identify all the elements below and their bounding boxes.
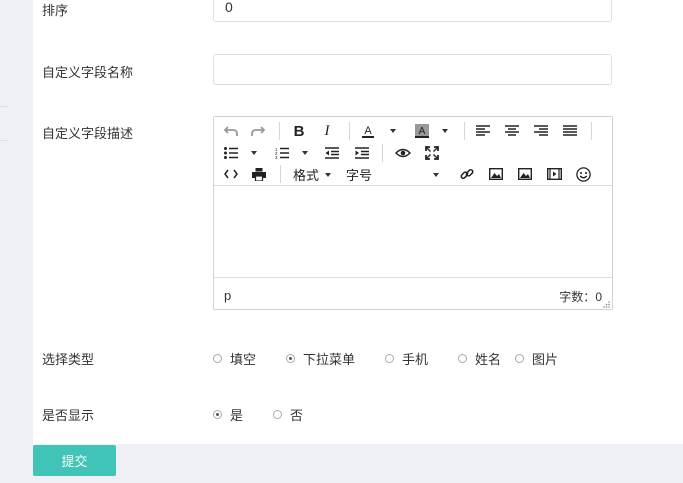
sort-label: 排序 (42, 3, 69, 18)
type-option-name[interactable]: 姓名 (458, 349, 501, 368)
align-right-icon[interactable] (531, 121, 551, 141)
chevron-down-icon[interactable] (390, 129, 396, 133)
toolbar-separator (280, 165, 281, 183)
editor-toolbar: B I A A 123 格式 字号 (214, 117, 612, 186)
align-justify-icon[interactable] (560, 121, 580, 141)
preview-icon[interactable] (392, 143, 414, 163)
type-option-label: 图片 (532, 352, 559, 367)
display-option-no[interactable]: 否 (273, 405, 303, 424)
type-option-image[interactable]: 图片 (515, 349, 558, 368)
word-count-label: 字数： (559, 290, 596, 304)
italic-icon[interactable]: I (317, 121, 337, 141)
resize-handle-icon[interactable] (603, 301, 610, 308)
radio-button[interactable] (515, 354, 524, 363)
link-icon[interactable] (457, 164, 477, 184)
type-label: 选择类型 (42, 352, 95, 367)
submit-button[interactable]: 提交 (33, 445, 116, 476)
toolbar-separator (279, 122, 280, 140)
bullet-list-icon[interactable] (221, 143, 241, 163)
chevron-down-icon[interactable] (433, 173, 439, 177)
radio-button[interactable] (213, 410, 222, 419)
toolbar-separator (382, 144, 383, 162)
sort-input[interactable] (213, 0, 612, 22)
rail-divider (0, 140, 8, 141)
radio-button[interactable] (385, 354, 394, 363)
source-code-icon[interactable] (221, 164, 241, 184)
font-size-dropdown[interactable]: 字号 (346, 164, 376, 184)
font-size-dropdown-label: 字号 (346, 167, 373, 183)
font-color-icon[interactable]: A (358, 121, 378, 141)
radio-button[interactable] (273, 410, 282, 419)
image-icon[interactable] (515, 164, 535, 184)
outdent-icon[interactable] (322, 143, 342, 163)
toolbar-separator (349, 122, 350, 140)
format-dropdown[interactable]: 格式 (293, 164, 323, 184)
display-label: 是否显示 (42, 408, 95, 423)
field-desc-label: 自定义字段描述 (42, 126, 134, 141)
display-option-label: 否 (290, 408, 304, 423)
chevron-down-icon[interactable] (302, 151, 308, 155)
align-center-icon[interactable] (502, 121, 522, 141)
type-option-label: 手机 (402, 352, 429, 367)
type-option-label: 填空 (230, 352, 257, 367)
chevron-down-icon[interactable] (325, 173, 331, 177)
type-option-label: 姓名 (475, 352, 502, 367)
indent-icon[interactable] (352, 143, 372, 163)
background-color-icon[interactable]: A (412, 121, 432, 141)
left-rail (0, 0, 8, 483)
field-name-input[interactable] (213, 54, 612, 85)
editor-statusbar: p 字数：0 (214, 277, 612, 309)
align-left-icon[interactable] (473, 121, 493, 141)
element-path: p (224, 288, 232, 303)
image-icon[interactable] (486, 164, 506, 184)
editor-content-area[interactable] (214, 186, 612, 276)
fullscreen-icon[interactable] (422, 143, 442, 163)
radio-button[interactable] (458, 354, 467, 363)
radio-button[interactable] (213, 354, 222, 363)
word-count-value: 0 (595, 290, 602, 304)
chevron-down-icon[interactable] (251, 151, 257, 155)
type-option-dropdown[interactable]: 下拉菜单 (286, 349, 355, 368)
radio-button[interactable] (286, 354, 295, 363)
toolbar-separator (464, 122, 465, 140)
chevron-down-icon[interactable] (442, 129, 448, 133)
format-dropdown-label: 格式 (293, 167, 320, 183)
word-count: 字数：0 (559, 288, 602, 305)
display-option-yes[interactable]: 是 (213, 405, 243, 424)
field-name-label: 自定义字段名称 (42, 65, 134, 80)
toolbar-separator (591, 122, 592, 140)
redo-icon[interactable] (248, 121, 268, 141)
rail-divider (0, 106, 8, 107)
numbered-list-icon[interactable]: 123 (272, 143, 292, 163)
undo-icon[interactable] (221, 121, 241, 141)
type-option-phone[interactable]: 手机 (385, 349, 428, 368)
bold-icon[interactable]: B (289, 121, 309, 141)
media-icon[interactable] (544, 164, 564, 184)
svg-text:A: A (364, 125, 372, 137)
print-icon[interactable] (249, 164, 269, 184)
svg-text:A: A (419, 126, 426, 137)
emoji-icon[interactable] (573, 164, 593, 184)
rich-text-editor: B I A A 123 格式 字号 p 字数：0 (213, 116, 613, 310)
svg-text:3: 3 (275, 155, 278, 159)
display-option-label: 是 (230, 408, 244, 423)
type-option-fill[interactable]: 填空 (213, 349, 256, 368)
type-option-label: 下拉菜单 (303, 352, 356, 367)
